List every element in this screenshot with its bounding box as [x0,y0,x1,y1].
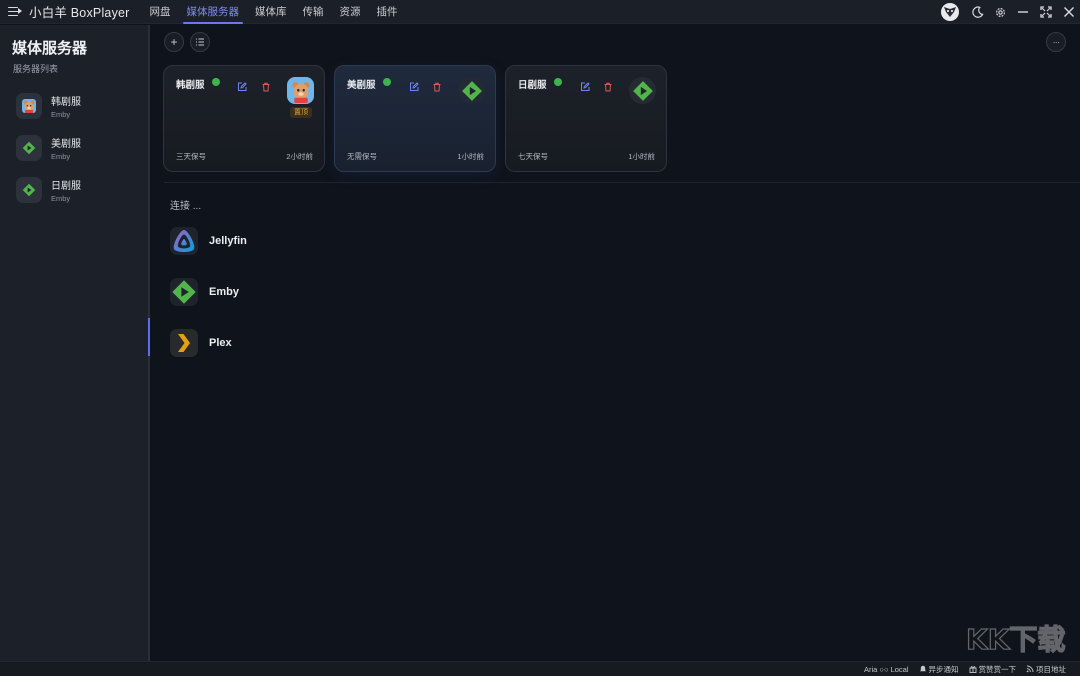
list-view-button[interactable] [190,32,210,52]
edit-icon [238,82,247,91]
minimize-button[interactable] [1012,1,1034,23]
watermark-text: KK下载 [966,623,1065,656]
card-title: 日剧服 [518,80,547,91]
title-bar: 小白羊 BoxPlayer 网盘 媒体服务器 媒体库 传输 资源 插件 [0,0,1080,24]
sidebar-item-label: 日剧服 [51,181,81,192]
project-link[interactable]: 项目地址 [1026,664,1066,675]
last-updated: 1小时前 [628,152,655,161]
sidebar-item-label: 美剧服 [51,139,81,150]
bear-icon [16,93,42,119]
tab-transfer[interactable]: 传输 [295,0,332,24]
sidebar-item-type: Emby [51,194,71,203]
plex-icon [170,329,198,357]
sidebar-item-type: Emby [51,152,71,161]
aria-status[interactable]: Aria ○○ Local [864,665,909,674]
bell-icon [919,665,926,672]
online-status-dot [383,78,391,86]
edit-button[interactable] [237,79,247,91]
tab-cloud-drive[interactable]: 网盘 [142,0,179,24]
gift-icon [969,666,976,673]
sidebar-subtitle: 服务器列表 [13,64,59,74]
window-controls [941,0,1080,24]
connect-label: 连接 ... [170,201,202,212]
settings-button[interactable] [989,1,1011,23]
edit-icon [410,82,419,91]
emby-icon [16,177,42,203]
server-list: 韩剧服 Emby 美剧服 Emby 日剧服 Emby [16,85,81,211]
pinned-badge: 置顶 [290,107,312,118]
edit-button[interactable] [580,79,590,91]
provider-name: Emby [209,286,239,298]
online-status-dot [554,78,562,86]
tab-media-server[interactable]: 媒体服务器 [179,0,248,24]
delete-button[interactable] [432,79,442,92]
expand-icon [1040,6,1052,18]
menu-toggle-icon[interactable] [8,6,22,18]
card-title: 美剧服 [347,80,376,91]
keepalive-label: 无需保号 [347,152,377,161]
edit-icon [581,82,590,91]
close-icon [1064,7,1074,17]
emby-icon [458,77,485,104]
more-options-button[interactable]: ··· [1046,32,1066,52]
main-content: + ··· 韩剧服 置顶 三天保号 2小时前 美剧服 无需保号 1小时前 日剧服… [150,25,1080,661]
minimize-icon [1018,11,1028,13]
server-card-us[interactable]: 美剧服 无需保号 1小时前 [334,65,496,172]
maximize-button[interactable] [1035,1,1057,23]
sidebar-item-type: Emby [51,110,71,119]
sidebar-item-us-server[interactable]: 美剧服 Emby [16,127,81,169]
connect-jellyfin[interactable]: Jellyfin [170,227,247,255]
dark-mode-toggle[interactable] [966,1,988,23]
tab-plugins[interactable]: 插件 [369,0,406,24]
delete-button[interactable] [603,79,613,92]
keepalive-label: 三天保号 [176,152,206,161]
watermark-logo: KK下载 [962,618,1072,658]
jellyfin-icon [170,227,198,255]
rss-icon [1026,665,1034,673]
moon-icon [971,5,984,18]
list-icon [196,38,204,46]
emby-icon [16,135,42,161]
user-avatar-icon [944,7,956,17]
sidebar-title: 媒体服务器 [12,40,88,57]
top-nav: 网盘 媒体服务器 媒体库 传输 资源 插件 [142,0,406,24]
bear-icon [287,77,314,104]
provider-name: Plex [209,337,232,349]
add-server-button[interactable]: + [164,32,184,52]
async-notify-link[interactable]: 异步通知 [919,664,959,675]
provider-name: Jellyfin [209,235,247,247]
section-divider [164,182,1080,183]
status-bar: Aria ○○ Local 异步通知 赏赞赏一下 项目地址 [0,661,1080,676]
tab-media-library[interactable]: 媒体库 [247,0,295,24]
tab-resources[interactable]: 资源 [332,0,369,24]
keepalive-label: 七天保号 [518,152,548,161]
connect-emby[interactable]: Emby [170,278,239,306]
sidebar-item-label: 韩剧服 [51,97,81,108]
emby-icon [629,77,656,104]
app-title: 小白羊 BoxPlayer [29,6,130,20]
connect-plex[interactable]: Plex [170,329,232,357]
praise-label: 赏赞赏一下 [978,664,1017,674]
sidebar-item-japanese-server[interactable]: 日剧服 Emby [16,169,81,211]
last-updated: 1小时前 [457,152,484,161]
online-status-dot [212,78,220,86]
sidebar-item-korean-server[interactable]: 韩剧服 Emby [16,85,81,127]
trash-icon [604,82,612,92]
async-notify-label: 异步通知 [928,664,959,674]
card-title: 韩剧服 [176,80,205,91]
gear-icon [995,7,1005,17]
project-label: 项目地址 [1036,664,1066,674]
close-button[interactable] [1058,1,1080,23]
trash-icon [433,82,441,92]
server-card-japanese[interactable]: 日剧服 七天保号 1小时前 [505,65,667,172]
praise-link[interactable]: 赏赞赏一下 [969,664,1017,675]
server-card-korean[interactable]: 韩剧服 置顶 三天保号 2小时前 [163,65,325,172]
sidebar: 媒体服务器 服务器列表 韩剧服 Emby 美剧服 Emby 日剧服 Emby [0,25,148,661]
emby-icon [170,278,198,306]
user-avatar[interactable] [941,3,959,21]
last-updated: 2小时前 [286,152,313,161]
delete-button[interactable] [261,79,271,92]
edit-button[interactable] [409,79,419,91]
trash-icon [262,82,270,92]
